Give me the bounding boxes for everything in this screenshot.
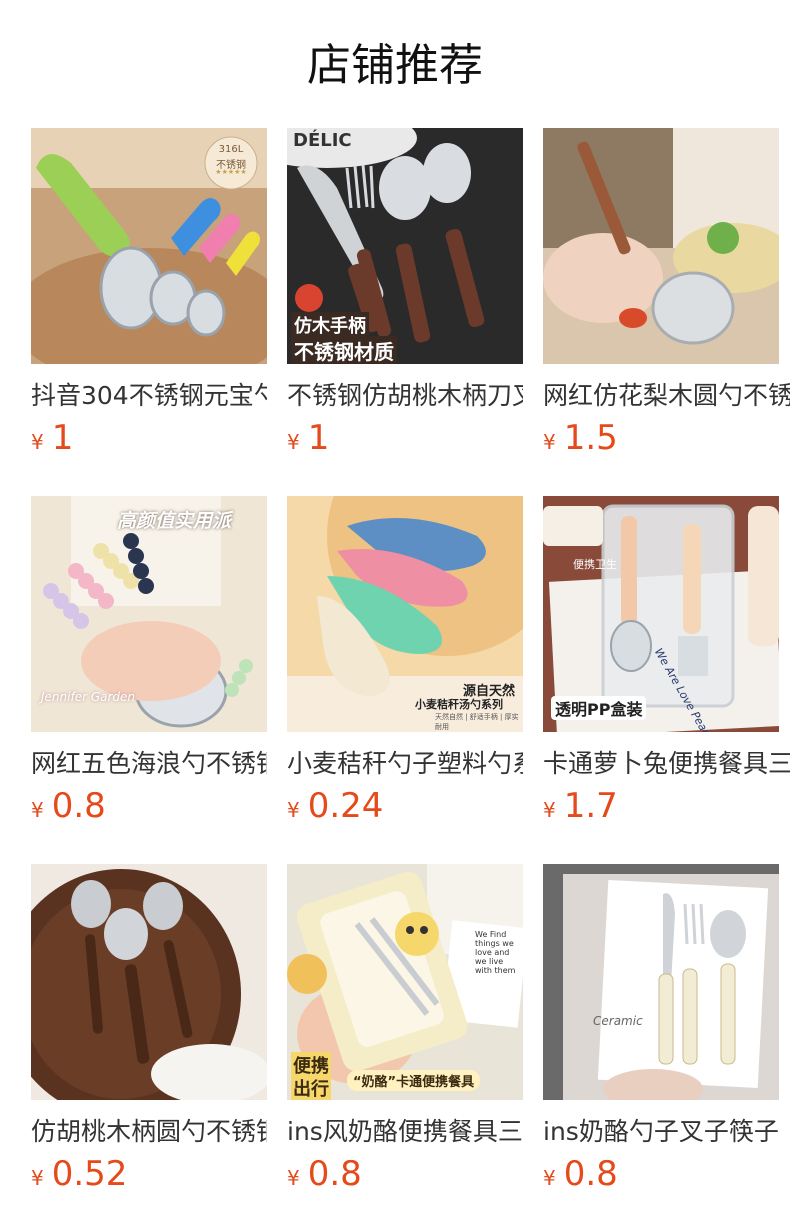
price-value: 1.5 [563, 418, 618, 458]
product-image[interactable]: 便携 出行 “奶酪”卡通便携餐具 We Find things we love … [287, 864, 523, 1100]
watermark-script: Jennifer Garden [41, 690, 136, 704]
product-name[interactable]: 卡通萝卜兔便携餐具三件套 [543, 746, 790, 782]
product-image[interactable]: 源自天然 小麦秸秆汤勺系列 天然自然 | 舒适手柄 | 厚实耐用 [287, 496, 523, 732]
promo-headline: 高颜值实用派 [117, 510, 232, 532]
currency-symbol: ¥ [287, 430, 300, 454]
currency-symbol: ¥ [543, 798, 556, 822]
product-card[interactable]: 仿胡桃木柄圆勺不锈钢 ¥0.52 [31, 864, 267, 1194]
product-image[interactable]: 高颜值实用派 Jennifer Garden [31, 496, 267, 732]
product-price: ¥0.8 [31, 784, 106, 828]
product-price: ¥0.8 [543, 1152, 618, 1196]
product-grid: 316L 不锈钢 ★★★★★ 抖音304不锈钢元宝勺 ¥1 DÉLIC 仿木手柄… [0, 0, 790, 1232]
currency-symbol: ¥ [287, 798, 300, 822]
series-text: 小麦秸秆汤勺系列 [415, 698, 503, 711]
plate-text: DÉLIC [293, 130, 352, 151]
product-name[interactable]: ins奶酪勺子叉子筷子 [543, 1114, 790, 1150]
product-card[interactable]: 便携卫生 透明PP盒装 We Are Love Peace Dream 卡通萝卜… [543, 496, 790, 826]
product-name[interactable]: 仿胡桃木柄圆勺不锈钢 [31, 1114, 267, 1150]
price-value: 1.7 [563, 786, 618, 826]
product-card[interactable]: 便携 出行 “奶酪”卡通便携餐具 We Find things we love … [287, 864, 523, 1194]
product-card[interactable]: 高颜值实用派 Jennifer Garden 网红五色海浪勺不锈钢 ¥0.8 [31, 496, 267, 826]
product-image[interactable]: 便携卫生 透明PP盒装 We Are Love Peace Dream [543, 496, 779, 732]
product-name[interactable]: 抖音304不锈钢元宝勺 [31, 378, 267, 414]
product-name[interactable]: 不锈钢仿胡桃木柄刀叉 [287, 378, 523, 414]
product-name[interactable]: 网红五色海浪勺不锈钢 [31, 746, 267, 782]
product-price: ¥1 [287, 416, 329, 460]
promo-text-1: 仿木手柄 [291, 312, 369, 338]
product-price: ¥1 [31, 416, 73, 460]
product-card[interactable]: Ceramic ins奶酪勺子叉子筷子 ¥0.8 [543, 864, 790, 1194]
price-value: 0.8 [307, 1154, 362, 1194]
box-brand-text: Ceramic [593, 1014, 643, 1028]
product-price: ¥0.52 [31, 1152, 127, 1196]
product-name[interactable]: 网红仿花梨木圆勺不锈钢 [543, 378, 790, 414]
currency-symbol: ¥ [287, 1166, 300, 1190]
promo-text-2: 不锈钢材质 [291, 336, 397, 364]
currency-symbol: ¥ [543, 1166, 556, 1190]
product-card[interactable]: DÉLIC 仿木手柄 不锈钢材质 不锈钢仿胡桃木柄刀叉 ¥1 [287, 128, 523, 458]
price-value: 1 [51, 418, 74, 458]
price-value: 0.8 [563, 1154, 618, 1194]
product-price: ¥0.8 [287, 1152, 362, 1196]
product-price: ¥1.7 [543, 784, 618, 828]
product-image[interactable]: DÉLIC 仿木手柄 不锈钢材质 [287, 128, 523, 364]
currency-symbol: ¥ [31, 1166, 44, 1190]
product-card[interactable]: 源自天然 小麦秸秆汤勺系列 天然自然 | 舒适手柄 | 厚实耐用 小麦秸秆勺子塑… [287, 496, 523, 826]
promo-text-travel: 出行 [291, 1075, 331, 1100]
product-price: ¥1.5 [543, 416, 618, 460]
box-tag: 透明PP盒装 [551, 696, 647, 720]
product-card[interactable]: 316L 不锈钢 ★★★★★ 抖音304不锈钢元宝勺 ¥1 [31, 128, 267, 458]
price-value: 0.24 [307, 786, 384, 826]
product-image[interactable]: 316L 不锈钢 ★★★★★ [31, 128, 267, 364]
product-price: ¥0.24 [287, 784, 383, 828]
currency-symbol: ¥ [543, 430, 556, 454]
product-name[interactable]: 小麦秸秆勺子塑料勺系列 [287, 746, 523, 782]
feature-text: 天然自然 | 舒适手柄 | 厚实耐用 [435, 713, 519, 731]
currency-symbol: ¥ [31, 798, 44, 822]
product-card[interactable]: 网红仿花梨木圆勺不锈钢 ¥1.5 [543, 128, 790, 458]
price-value: 0.8 [51, 786, 106, 826]
currency-symbol: ¥ [31, 430, 44, 454]
product-name[interactable]: ins风奶酪便携餐具三件套 [287, 1114, 523, 1150]
portable-tag: 便携卫生 [573, 558, 617, 571]
product-image[interactable] [543, 128, 779, 364]
price-value: 1 [307, 418, 330, 458]
badge-text-316l: 316L [218, 144, 244, 155]
price-value: 0.52 [51, 1154, 128, 1194]
product-image[interactable]: Ceramic [543, 864, 779, 1100]
product-image[interactable] [31, 864, 267, 1100]
badge-stars: ★★★★★ [215, 168, 247, 176]
card-text: We Find things we love and we live with … [475, 930, 516, 975]
promo-banner: “奶酪”卡通便携餐具 [347, 1070, 481, 1091]
